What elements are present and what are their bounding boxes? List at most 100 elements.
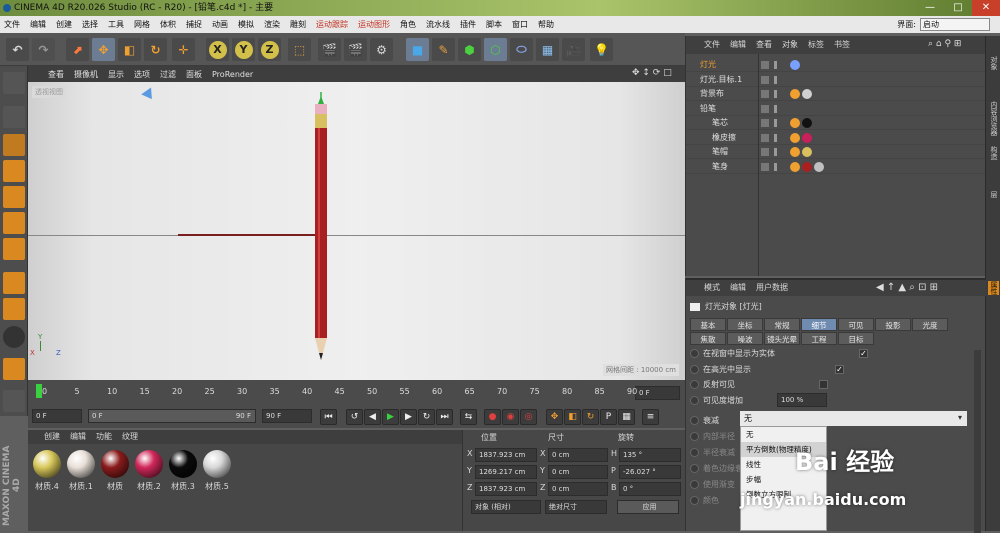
attribute-tab[interactable]: 常规	[764, 318, 800, 331]
menu-item[interactable]: 网格	[134, 16, 150, 33]
menu-item[interactable]: 雕刻	[290, 16, 306, 33]
attribute-property[interactable]: 在视窗中显示为实体 ✓	[690, 346, 868, 361]
next-frame-button[interactable]: ▶	[400, 409, 417, 425]
falloff-option[interactable]: 无	[741, 427, 826, 442]
material-swatch[interactable]: 材质.2	[134, 450, 164, 492]
menu-item[interactable]: 模拟	[238, 16, 254, 33]
attribute-tab[interactable]: 镜头光晕	[764, 332, 800, 345]
magnet-icon[interactable]	[3, 358, 25, 380]
go-to-start-button[interactable]: ⏮	[320, 409, 337, 425]
property-radio[interactable]	[690, 349, 699, 358]
timeline-ruler[interactable]: 0 F 0 5 10 15 20 25 30 35 40 45 50 55 60 65 70 75 80 85 90	[28, 380, 685, 406]
object-tag-icon[interactable]	[790, 89, 800, 99]
live-select-icon[interactable]: ✛	[172, 38, 195, 61]
menu-item[interactable]: 创建	[56, 16, 72, 33]
visibility-toggle[interactable]	[761, 133, 769, 142]
object-manager-tab[interactable]: 文件	[704, 36, 720, 54]
light-icon[interactable]: 💡	[590, 38, 613, 61]
size-mode-dropdown[interactable]: 绝对尺寸	[545, 500, 607, 514]
viewport-menu-item[interactable]: 显示	[108, 69, 124, 80]
checkbox[interactable]: ✓	[835, 364, 844, 374]
scale-tool-icon[interactable]: ◧	[118, 38, 141, 61]
object-tag-icon[interactable]	[802, 89, 812, 99]
attribute-mode-tab[interactable]: 编辑	[730, 280, 746, 296]
material-swatch[interactable]: 材质.3	[168, 450, 198, 492]
lock-icon[interactable]	[3, 390, 25, 412]
scale-key-button[interactable]: ◧	[564, 409, 581, 425]
attribute-property[interactable]: 半径衰减	[690, 445, 735, 460]
array-icon[interactable]: ⬡	[484, 38, 507, 61]
size-field[interactable]: 0 cm	[548, 465, 608, 479]
attribute-tab[interactable]: 焦散	[690, 332, 726, 345]
menu-item[interactable]: 运动图形	[358, 16, 390, 33]
material-swatch[interactable]: 材质.5	[202, 450, 232, 492]
render-toggle[interactable]	[774, 61, 777, 69]
object-tag-icon[interactable]	[802, 161, 812, 172]
x-axis-lock[interactable]: X	[206, 38, 229, 61]
previous-frame-button[interactable]: ◀	[364, 409, 381, 425]
object-manager-tab[interactable]: 书签	[834, 36, 850, 54]
frame-range-slider[interactable]: 0 F 90 F	[88, 409, 256, 423]
menu-item[interactable]: 工具	[108, 16, 124, 33]
z-axis-lock[interactable]: Z	[258, 38, 281, 61]
go-to-end-button[interactable]: ⏭	[436, 409, 453, 425]
menu-item[interactable]: 文件	[4, 16, 20, 33]
coordinate-mode-dropdown[interactable]: 对象 (相对)	[471, 500, 541, 514]
property-radio[interactable]	[690, 432, 699, 441]
render-view-icon[interactable]: 🎬	[318, 38, 341, 61]
property-radio[interactable]	[690, 464, 699, 473]
attribute-tab[interactable]: 投影	[875, 318, 911, 331]
object-row[interactable]: 笔身	[686, 160, 986, 174]
parameter-key-button[interactable]: P	[600, 409, 617, 425]
object-row[interactable]: 笔帽	[686, 145, 986, 159]
close-button[interactable]: ✕	[972, 0, 1000, 16]
pencil-object[interactable]	[310, 92, 332, 367]
viewport-menu-item[interactable]: ProRender	[212, 70, 253, 79]
property-radio[interactable]	[690, 448, 699, 457]
object-row[interactable]: 铅笔	[686, 102, 986, 116]
camera-icon[interactable]: 🎥	[562, 38, 585, 61]
attribute-tab[interactable]: 光度	[912, 318, 948, 331]
perspective-viewport[interactable]: 透视视图 Y X Z 网格间距 : 10000 cm	[28, 82, 685, 380]
viewport-menu-item[interactable]: 过滤	[160, 69, 176, 80]
object-tag-icon[interactable]	[790, 147, 800, 157]
attribute-tab[interactable]: 工程	[801, 332, 837, 345]
render-toggle[interactable]	[774, 119, 777, 127]
menu-item[interactable]: 渲染	[264, 16, 280, 33]
object-tag-icon[interactable]	[790, 60, 800, 70]
checkbox[interactable]: ✓	[859, 349, 868, 358]
attribute-property[interactable]: 衰减	[690, 413, 719, 428]
floor-icon[interactable]: ▦	[536, 38, 559, 61]
render-toggle[interactable]	[774, 162, 777, 171]
attribute-tab[interactable]: 细节	[801, 318, 837, 331]
workplane-icon[interactable]	[3, 160, 25, 182]
viewport-menu-item[interactable]: 摄像机	[74, 69, 98, 80]
render-toggle[interactable]	[774, 148, 777, 156]
object-row[interactable]: 背景布	[686, 87, 986, 101]
subdivision-icon[interactable]: ⬢	[458, 38, 481, 61]
property-radio[interactable]	[690, 364, 699, 374]
layout-selector[interactable]: 界面: 启动	[897, 16, 990, 33]
object-manager-tab[interactable]: 标签	[808, 36, 824, 54]
deformer-icon[interactable]: ⬭	[510, 38, 533, 61]
material-swatch[interactable]: 材质.4	[32, 450, 62, 492]
attribute-mode-tab[interactable]: 模式	[704, 280, 720, 296]
object-row[interactable]: 笔芯	[686, 116, 986, 130]
visibility-toggle[interactable]	[761, 61, 769, 69]
object-tag-icon[interactable]	[790, 161, 800, 172]
menu-item[interactable]: 捕捉	[186, 16, 202, 33]
attribute-tab[interactable]: 目标	[838, 332, 874, 345]
material-tab[interactable]: 创建	[44, 430, 60, 444]
light-target-icon[interactable]	[141, 87, 157, 103]
viewport-nav-icons[interactable]: ✥ ↕ ⟳ □	[632, 68, 672, 78]
pen-spline-icon[interactable]: ✎	[432, 38, 455, 61]
loop-button[interactable]: ⇆	[460, 409, 477, 425]
cube-object-icon[interactable]: ■	[406, 38, 429, 61]
current-frame-field[interactable]: 0 F	[635, 386, 680, 400]
material-tab[interactable]: 纹理	[122, 430, 138, 444]
apply-button[interactable]: 应用	[617, 500, 679, 514]
minimize-button[interactable]: —	[916, 0, 944, 16]
attribute-property[interactable]: 颜色	[690, 493, 719, 508]
record-keys-button[interactable]: ●	[484, 409, 501, 425]
select-tool-icon[interactable]: ⬈	[66, 38, 89, 61]
